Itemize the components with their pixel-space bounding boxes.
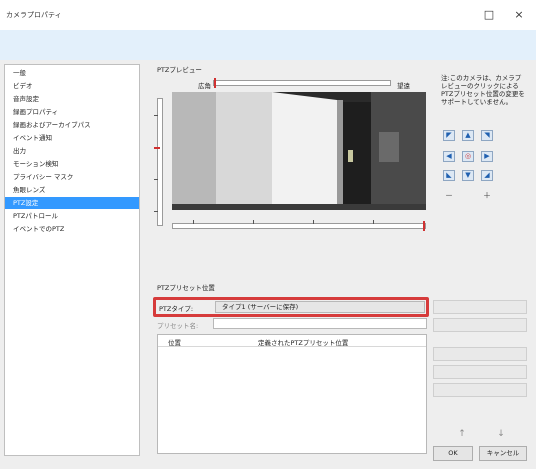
zoom-out-button[interactable]: －: [443, 190, 455, 201]
preset-action-button-2[interactable]: [433, 318, 527, 332]
pan-down-right-button[interactable]: ◢: [481, 170, 493, 181]
tilt-tick: [154, 211, 158, 212]
sidebar-item-audio[interactable]: 音声設定: [5, 93, 139, 105]
preset-list-header: 位置 定義されたPTZプリセット位置: [158, 335, 426, 347]
zoom-in-button[interactable]: ＋: [481, 190, 493, 201]
window-title: カメラプロパティ: [6, 11, 62, 19]
camera-properties-window: カメラプロパティ □ × 一般 ビデオ 音声設定 録画プロパティ 録画およびアー…: [0, 0, 536, 469]
move-down-icon[interactable]: ↓: [495, 428, 507, 440]
sidebar-item-recording[interactable]: 録画プロパティ: [5, 106, 139, 118]
highlight-box: [153, 297, 429, 317]
tilt-slider[interactable]: [154, 98, 163, 226]
preset-action-button-3[interactable]: [433, 347, 527, 361]
camera-preview-image: [172, 92, 426, 210]
preset-action-button-4[interactable]: [433, 365, 527, 379]
sidebar-item-motion[interactable]: モーション検知: [5, 158, 139, 170]
preset-list[interactable]: 位置 定義されたPTZプリセット位置: [157, 334, 427, 454]
sidebar-item-ptz-patrol[interactable]: PTZパトロール: [5, 210, 139, 222]
close-icon[interactable]: ×: [506, 4, 532, 26]
tilt-tick: [154, 115, 158, 116]
sidebar-item-privacy-mask[interactable]: プライバシー マスク: [5, 171, 139, 183]
header-band: [0, 30, 536, 60]
pan-tick: [253, 220, 254, 224]
tilt-tick: [154, 179, 158, 180]
pan-tick: [373, 220, 374, 224]
cancel-button[interactable]: キャンセル: [479, 446, 527, 461]
sidebar-item-archive-path[interactable]: 録画およびアーカイブパス: [5, 119, 139, 131]
pan-down-button[interactable]: ▼: [462, 170, 474, 181]
ok-button[interactable]: OK: [433, 446, 473, 461]
preset-action-button-1[interactable]: [433, 300, 527, 314]
column-defined-presets[interactable]: 定義されたPTZプリセット位置: [258, 337, 348, 347]
preset-name-label: プリセット名:: [157, 322, 199, 330]
sidebar-item-output[interactable]: 出力: [5, 145, 139, 157]
sidebar-nav: 一般 ビデオ 音声設定 録画プロパティ 録画およびアーカイブパス イベント通知 …: [4, 64, 140, 456]
preset-action-button-5[interactable]: [433, 383, 527, 397]
tilt-slider-thumb[interactable]: [154, 147, 160, 149]
zoom-wide-label: 広角: [198, 82, 211, 90]
title-bar: カメラプロパティ □ ×: [0, 0, 536, 30]
camera-preview: [172, 92, 426, 210]
column-position[interactable]: 位置: [168, 337, 181, 347]
pan-tick: [193, 220, 194, 224]
ptz-preview-label: PTZプレビュー: [157, 66, 202, 74]
preset-hint-text: 注:このカメラは、カメラプレビューのクリックによるPTZプリセット位置の変更をサ…: [441, 74, 525, 106]
zoom-slider-thumb[interactable]: [214, 78, 216, 88]
pan-tick: [313, 220, 314, 224]
sidebar-item-ptz-settings[interactable]: PTZ設定: [5, 197, 139, 209]
zoom-tele-label: 望遠: [397, 82, 410, 90]
pan-left-button[interactable]: ◀: [443, 151, 455, 162]
pan-down-left-button[interactable]: ◣: [443, 170, 455, 181]
pan-slider-thumb[interactable]: [423, 221, 425, 231]
sidebar-item-event-notify[interactable]: イベント通知: [5, 132, 139, 144]
sidebar-item-video[interactable]: ビデオ: [5, 80, 139, 92]
preset-name-input[interactable]: [213, 318, 427, 329]
move-up-icon[interactable]: ↑: [456, 428, 468, 440]
pan-up-right-button[interactable]: ◥: [481, 130, 493, 141]
zoom-slider[interactable]: [213, 78, 391, 88]
sidebar-item-general[interactable]: 一般: [5, 67, 139, 79]
pan-up-left-button[interactable]: ◤: [443, 130, 455, 141]
pan-right-button[interactable]: ▶: [481, 151, 493, 162]
ptz-preset-label: PTZプリセット位置: [157, 284, 215, 292]
sidebar-item-fisheye[interactable]: 魚眼レンズ: [5, 184, 139, 196]
pan-slider[interactable]: [172, 220, 426, 231]
maximize-icon[interactable]: □: [476, 4, 502, 26]
home-button[interactable]: ◎: [462, 151, 474, 162]
sidebar-item-ptz-event[interactable]: イベントでのPTZ: [5, 223, 139, 235]
pan-up-button[interactable]: ▲: [462, 130, 474, 141]
